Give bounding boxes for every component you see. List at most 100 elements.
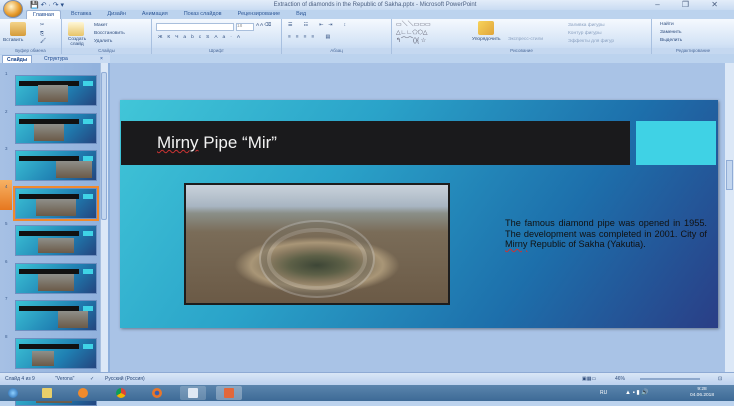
slide-body-text[interactable]: The famous diamond pipe was opened in 19…	[505, 218, 707, 250]
slide-number: 3	[5, 146, 8, 151]
slide-thumbnail[interactable]	[15, 300, 97, 331]
format-painter-icon[interactable]: 🖌	[40, 39, 46, 44]
thumb-accent-box	[83, 118, 93, 124]
thumb-picture	[36, 198, 76, 216]
tab-view[interactable]: Вид	[290, 10, 312, 19]
quick-styles-button[interactable]: Экспресс-стили	[508, 37, 543, 42]
thumb-title-band	[19, 343, 79, 349]
accent-box	[636, 121, 716, 165]
find-button[interactable]: Найти	[660, 22, 674, 27]
thumb-picture	[38, 238, 74, 253]
slide-thumbnail[interactable]	[15, 150, 97, 181]
window-controls[interactable]: – ❐ ✕	[655, 0, 728, 9]
vertical-scroll-thumb[interactable]	[726, 160, 733, 190]
slide-thumbnail[interactable]	[15, 75, 97, 106]
taskbar-explorer[interactable]	[34, 386, 60, 400]
align-buttons[interactable]: ≡≡≡≡ ▤	[288, 35, 335, 40]
shape-outline-button[interactable]: Контур фигуры	[568, 31, 602, 36]
thumb-picture	[32, 350, 54, 366]
paste-icon	[10, 22, 26, 36]
taskbar-window[interactable]	[180, 386, 206, 400]
mir-pipe-photo[interactable]	[184, 183, 450, 305]
taskbar-chrome[interactable]	[108, 386, 134, 400]
office-button[interactable]	[3, 0, 23, 18]
slide-thumbnail[interactable]	[15, 112, 97, 144]
slide-number: 7	[5, 296, 8, 301]
tab-review[interactable]: Рецензирование	[232, 10, 286, 19]
group-label: Абзац	[282, 48, 391, 54]
thumb-accent-box	[83, 231, 93, 236]
list-buttons[interactable]: ☰ ☷ ⇤⇥ ↕	[288, 23, 351, 28]
tab-home[interactable]: Главная	[26, 10, 61, 19]
select-button[interactable]: Выделить	[660, 38, 682, 43]
language[interactable]: Русский (Россия)	[105, 376, 145, 382]
tab-insert[interactable]: Вставка	[65, 10, 97, 19]
body-misspelled-word: Mirny	[505, 239, 528, 249]
slide-number: 1	[5, 71, 8, 76]
thumb-accent-box	[83, 81, 93, 86]
ribbon-tabs: Главная Вставка Дизайн Анимация Показ сл…	[26, 10, 312, 19]
group-drawing: ▭＼＼▭▭▭ △∟∟⬠⬡△ ↰⌒⌒(){ ☆ Упорядочить Экспрес…	[392, 19, 652, 54]
keyboard-language[interactable]: RU	[600, 390, 607, 396]
thumb-accent-box	[83, 268, 93, 274]
thumb-accent-box	[83, 343, 93, 349]
slide-thumbnail[interactable]	[15, 225, 97, 256]
font-size-input[interactable]: 18	[236, 23, 254, 31]
title-bar: 💾 ↶ · ↷ ▾ Extraction of diamonds in the …	[0, 0, 734, 10]
font-format-buttons[interactable]: ЖКЧabcSAa·A	[158, 35, 245, 40]
view-buttons[interactable]: ▣▦▭	[582, 376, 596, 382]
layout-button[interactable]: Макет	[94, 23, 108, 28]
reset-button[interactable]: Восстановить	[94, 31, 125, 36]
slide-thumbnail[interactable]	[13, 185, 99, 221]
delete-button[interactable]: Удалить	[94, 39, 112, 44]
pane-scroll-thumb[interactable]	[101, 72, 107, 220]
slide-thumbnail[interactable]	[15, 337, 97, 369]
slide-counter: Слайд 4 из 9	[5, 376, 35, 382]
slide-thumbnail[interactable]	[15, 262, 97, 294]
vertical-scrollbar[interactable]	[725, 63, 734, 372]
group-label: Рисование	[392, 48, 651, 54]
fit-window-icon[interactable]: ⊡	[718, 376, 722, 382]
arrange-button[interactable]: Упорядочить	[472, 37, 501, 42]
thumb-picture	[38, 85, 68, 102]
close-pane-icon[interactable]: ×	[96, 55, 107, 63]
group-label: Слайды	[62, 48, 151, 54]
taskbar-powerpoint[interactable]	[216, 386, 242, 400]
start-button[interactable]	[2, 386, 24, 400]
clock[interactable]: 9:28 04.06.2018	[690, 387, 714, 399]
cut-icon[interactable]: ✂	[40, 23, 44, 28]
paste-button[interactable]: Вставить	[3, 38, 23, 43]
slide-number: 5	[5, 221, 8, 226]
shapes-gallery[interactable]: ▭＼＼▭▭▭ △∟∟⬠⬡△ ↰⌒⌒(){ ☆	[396, 21, 431, 45]
taskbar-media-player[interactable]	[70, 386, 96, 400]
group-label: Редактирование	[652, 48, 734, 54]
shape-fill-button[interactable]: Заливка фигуры	[568, 23, 605, 28]
window-title: Extraction of diamonds in the Republic o…	[273, 2, 477, 8]
slide-title[interactable]: Mirny Pipe “Mir”	[157, 133, 277, 153]
grow-shrink-font-buttons[interactable]: A A ⌫	[256, 23, 271, 28]
copy-icon[interactable]: ⎘	[40, 31, 44, 37]
taskbar-firefox[interactable]	[144, 386, 170, 400]
tab-outline[interactable]: Структура	[40, 55, 72, 63]
thumb-title-band	[19, 231, 79, 236]
theme-name: "Verona"	[55, 376, 75, 382]
taskbar: RU ▲ ▪ ▮ 🔊 9:28 04.06.2018	[0, 385, 734, 401]
replace-button[interactable]: Заменить	[660, 30, 682, 35]
tray-icons[interactable]: ▲ ▪ ▮ 🔊	[625, 389, 649, 396]
arrange-icon	[478, 21, 494, 35]
tab-design[interactable]: Дизайн	[101, 10, 132, 19]
slide-number: 6	[5, 258, 8, 264]
group-paragraph: ☰ ☷ ⇤⇥ ↕ ≡≡≡≡ ▤ Абзац	[282, 19, 392, 54]
shape-effects-button[interactable]: Эффекты для фигур	[568, 39, 614, 44]
slide-number: 4	[5, 183, 8, 189]
zoom-level[interactable]: 46%	[615, 376, 625, 382]
spellcheck-icon[interactable]: ✓	[90, 376, 94, 382]
body-text-2: Republic of Sakha (Yakutia).	[527, 239, 646, 249]
title-misspelled-word: Mirny	[157, 133, 199, 152]
quick-access-toolbar[interactable]: 💾 ↶ · ↷ ▾	[30, 1, 64, 9]
new-slide-button[interactable]: Создать слайд	[64, 37, 90, 47]
tab-slideshow[interactable]: Показ слайдов	[178, 10, 228, 19]
tab-animation[interactable]: Анимация	[136, 10, 174, 19]
zoom-slider[interactable]	[640, 378, 700, 380]
font-name-input[interactable]	[156, 23, 234, 31]
